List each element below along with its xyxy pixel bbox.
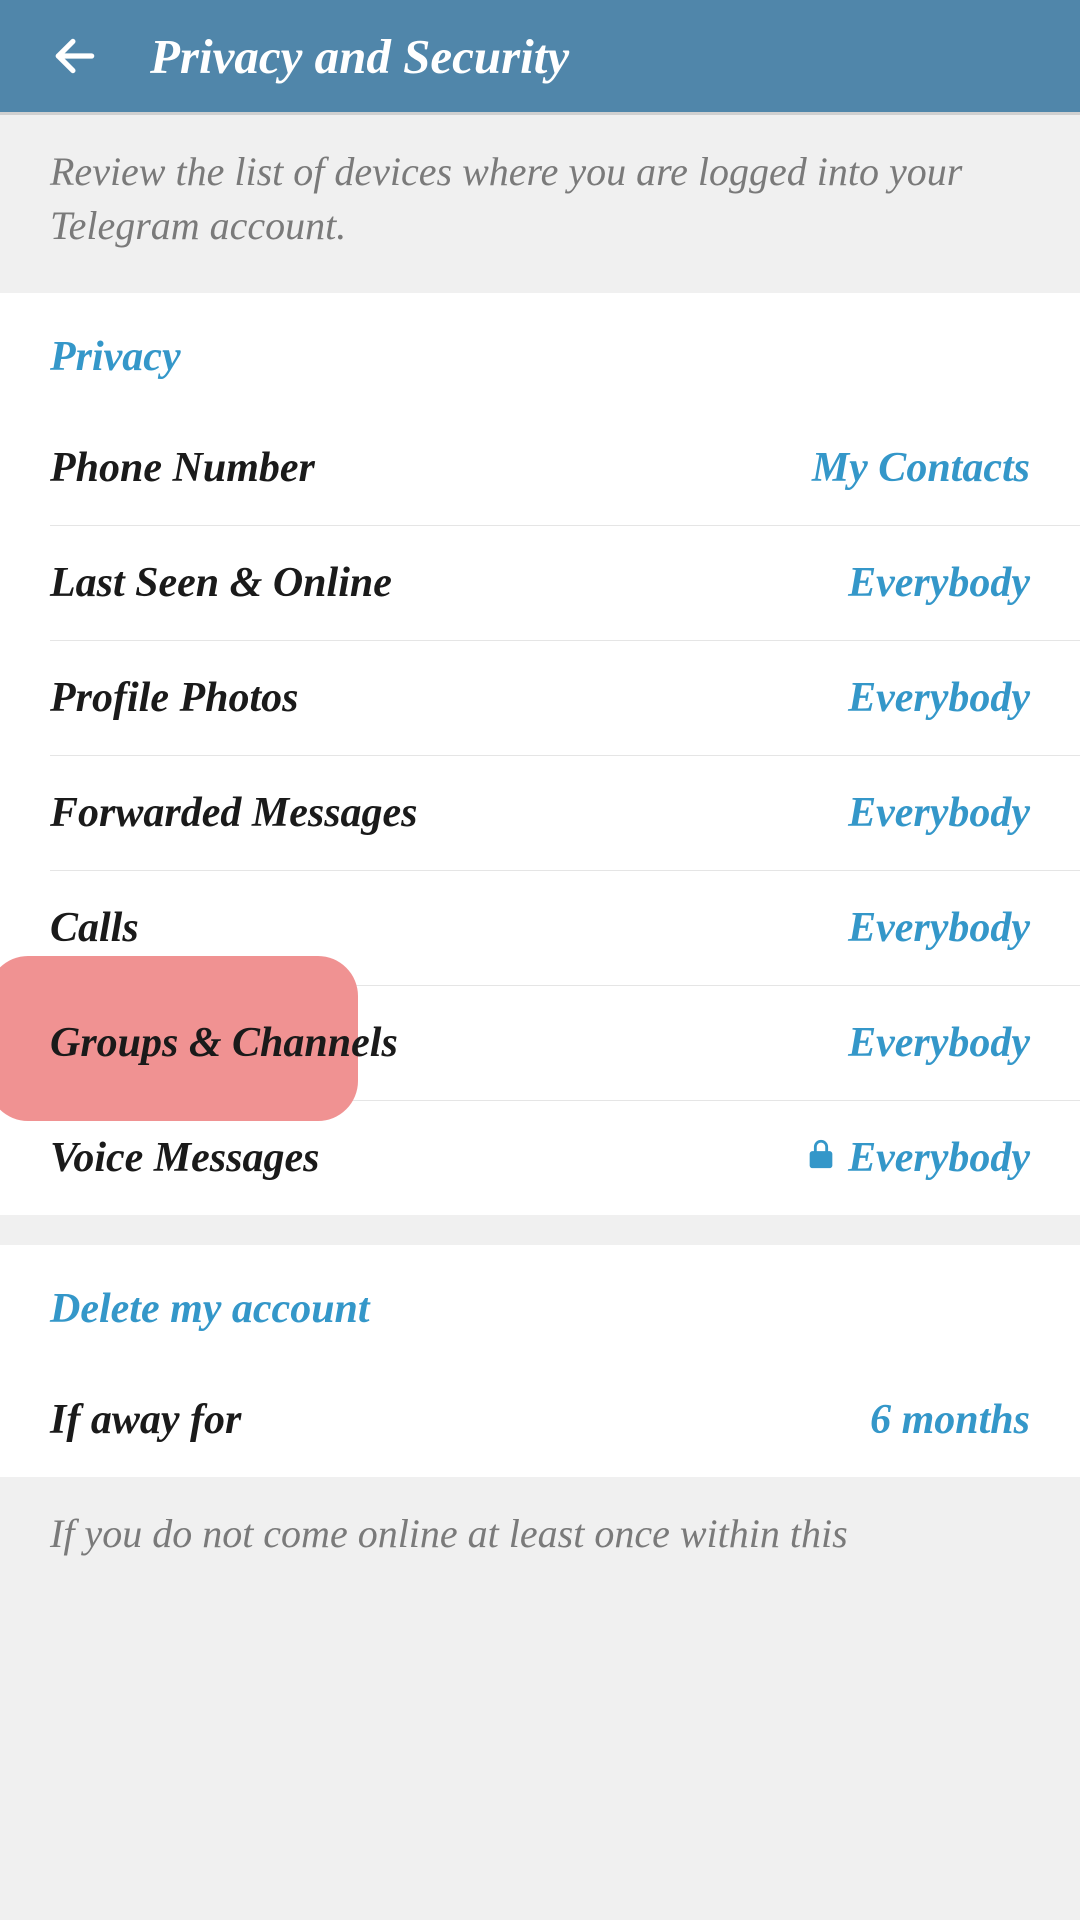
row-label: Forwarded Messages [50, 789, 418, 837]
delete-info-text: If you do not come online at least once … [0, 1477, 1080, 1591]
row-label: Groups & Channels [50, 1019, 398, 1067]
row-label: Calls [50, 904, 139, 952]
row-label: If away for [50, 1396, 241, 1444]
privacy-row-phone-number[interactable]: Phone Number My Contacts [0, 411, 1080, 525]
privacy-row-voice-messages[interactable]: Voice Messages Everybody [0, 1101, 1080, 1215]
privacy-section: Privacy Phone Number My Contacts Last Se… [0, 293, 1080, 1215]
row-value-text: Everybody [848, 1134, 1030, 1182]
row-value: Everybody [848, 559, 1030, 607]
section-gap [0, 1215, 1080, 1245]
delete-row-if-away[interactable]: If away for 6 months [0, 1363, 1080, 1477]
row-label: Profile Photos [50, 674, 299, 722]
header: Privacy and Security [0, 0, 1080, 112]
row-label: Voice Messages [50, 1134, 319, 1182]
row-value: Everybody [848, 674, 1030, 722]
privacy-row-last-seen[interactable]: Last Seen & Online Everybody [0, 526, 1080, 640]
row-value: Everybody [848, 904, 1030, 952]
row-value: Everybody [804, 1134, 1030, 1182]
privacy-row-forwarded-messages[interactable]: Forwarded Messages Everybody [0, 756, 1080, 870]
row-value: Everybody [848, 789, 1030, 837]
privacy-row-groups-channels[interactable]: Groups & Channels Everybody [0, 986, 1080, 1100]
lock-icon [804, 1134, 838, 1182]
delete-account-section: Delete my account If away for 6 months [0, 1245, 1080, 1477]
delete-account-header: Delete my account [0, 1245, 1080, 1363]
privacy-section-header: Privacy [0, 293, 1080, 411]
row-value: 6 months [870, 1396, 1030, 1444]
row-value: Everybody [848, 1019, 1030, 1067]
back-button[interactable] [50, 31, 100, 81]
row-label: Phone Number [50, 444, 315, 492]
row-label: Last Seen & Online [50, 559, 392, 607]
page-title: Privacy and Security [150, 28, 569, 85]
row-value: My Contacts [812, 444, 1030, 492]
devices-info-text: Review the list of devices where you are… [0, 115, 1080, 293]
privacy-row-profile-photos[interactable]: Profile Photos Everybody [0, 641, 1080, 755]
